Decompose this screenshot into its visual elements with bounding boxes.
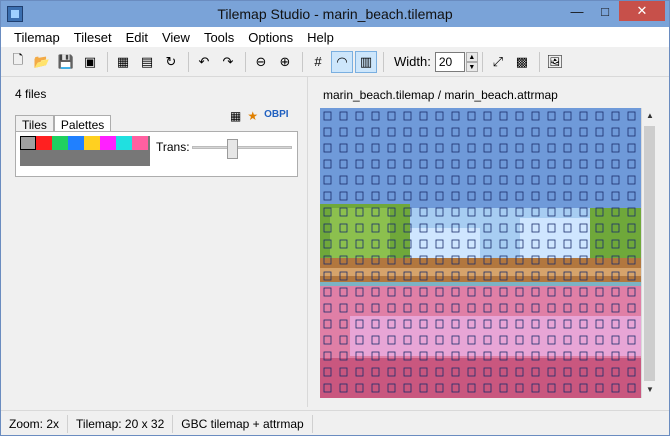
palette-grid-icon[interactable]: ▦	[230, 109, 241, 123]
palette-swatch[interactable]	[52, 136, 68, 150]
attributes-icon[interactable]: ▥	[355, 50, 377, 73]
obpi-icon[interactable]: OBPI	[264, 109, 288, 123]
toolbar: 🗋 📂 💾 ▣ ▦ ▤ ↻ ↶ ↷ ⊖ ⊕ # ◠ ▥ Width: ▲▼ ⤢ …	[1, 47, 669, 77]
width-spinner[interactable]: ▲ ▼	[465, 51, 478, 72]
menu-tilemap[interactable]: Tilemap	[7, 30, 67, 45]
palette-swatches[interactable]	[20, 136, 150, 166]
image-icon[interactable]: ▩	[511, 51, 533, 73]
palette-swatch[interactable]	[20, 136, 36, 150]
new-file-icon[interactable]: 🗋	[7, 51, 29, 73]
palette-swatch[interactable]	[68, 136, 84, 150]
menu-bar: Tilemap Tileset Edit View Tools Options …	[1, 27, 669, 47]
palette-swatch[interactable]	[36, 136, 52, 150]
trans-slider[interactable]	[192, 139, 292, 159]
tilemap-canvas[interactable]	[320, 108, 642, 398]
reload-icon[interactable]: ↻	[160, 51, 182, 73]
palette-swatch[interactable]	[100, 136, 116, 150]
menu-tools[interactable]: Tools	[197, 30, 241, 45]
palette-swatch[interactable]	[84, 136, 100, 150]
menu-view[interactable]: View	[155, 30, 197, 45]
status-tilemap: Tilemap: 20 x 32	[68, 414, 174, 433]
status-zoom: Zoom: 2x	[1, 414, 69, 433]
palettes-panel: Trans:	[15, 131, 298, 177]
menu-options[interactable]: Options	[241, 30, 300, 45]
width-input[interactable]	[434, 51, 465, 72]
close-button[interactable]: ✕	[619, 1, 665, 21]
file-path: marin_beach.tilemap / marin_beach.attrma…	[323, 88, 558, 102]
vertical-scrollbar[interactable]: ▲ ▼	[641, 108, 657, 398]
palette-swatch[interactable]	[132, 136, 148, 150]
zoom-out-icon[interactable]: ⊖	[250, 51, 272, 73]
splitter[interactable]	[307, 77, 308, 407]
maximize-button[interactable]: □	[591, 1, 619, 21]
menu-edit[interactable]: Edit	[119, 30, 155, 45]
trans-label: Trans:	[156, 140, 190, 154]
rainbow-icon[interactable]: ◠	[331, 50, 353, 73]
redo-icon[interactable]: ↷	[217, 51, 239, 73]
menu-tileset[interactable]: Tileset	[67, 30, 119, 45]
palette-swatch[interactable]	[116, 136, 132, 150]
open-icon[interactable]: 📂	[31, 51, 53, 73]
scroll-down-icon[interactable]: ▼	[642, 382, 658, 398]
scroll-thumb[interactable]	[644, 126, 655, 381]
tileset-icon[interactable]: ▦	[112, 51, 134, 73]
left-panel: 4 files ▦ ★ OBPI Tiles Palettes Trans:	[15, 87, 300, 177]
title-bar: Tilemap Studio - marin_beach.tilemap — □…	[1, 1, 669, 27]
picture-icon[interactable]: 🖼	[544, 51, 566, 73]
scroll-up-icon[interactable]: ▲	[642, 108, 658, 124]
status-bar: Zoom: 2x Tilemap: 20 x 32 GBC tilemap + …	[1, 410, 669, 436]
star-icon[interactable]: ★	[247, 109, 258, 123]
minimize-button[interactable]: —	[563, 1, 591, 21]
export-icon[interactable]: ▣	[79, 51, 101, 73]
zoom-in-icon[interactable]: ⊕	[274, 51, 296, 73]
undo-icon[interactable]: ↶	[193, 51, 215, 73]
app-window: Tilemap Studio - marin_beach.tilemap — □…	[0, 0, 670, 436]
menu-help[interactable]: Help	[300, 30, 341, 45]
status-format: GBC tilemap + attrmap	[173, 414, 313, 433]
slider-thumb[interactable]	[227, 139, 238, 159]
grid-icon[interactable]: #	[307, 51, 329, 73]
width-label: Width:	[394, 54, 431, 69]
save-icon[interactable]: 💾	[55, 51, 77, 73]
add-tileset-icon[interactable]: ▤	[136, 51, 158, 73]
files-count: 4 files	[15, 87, 47, 101]
resize-icon[interactable]: ⤢	[487, 51, 509, 73]
